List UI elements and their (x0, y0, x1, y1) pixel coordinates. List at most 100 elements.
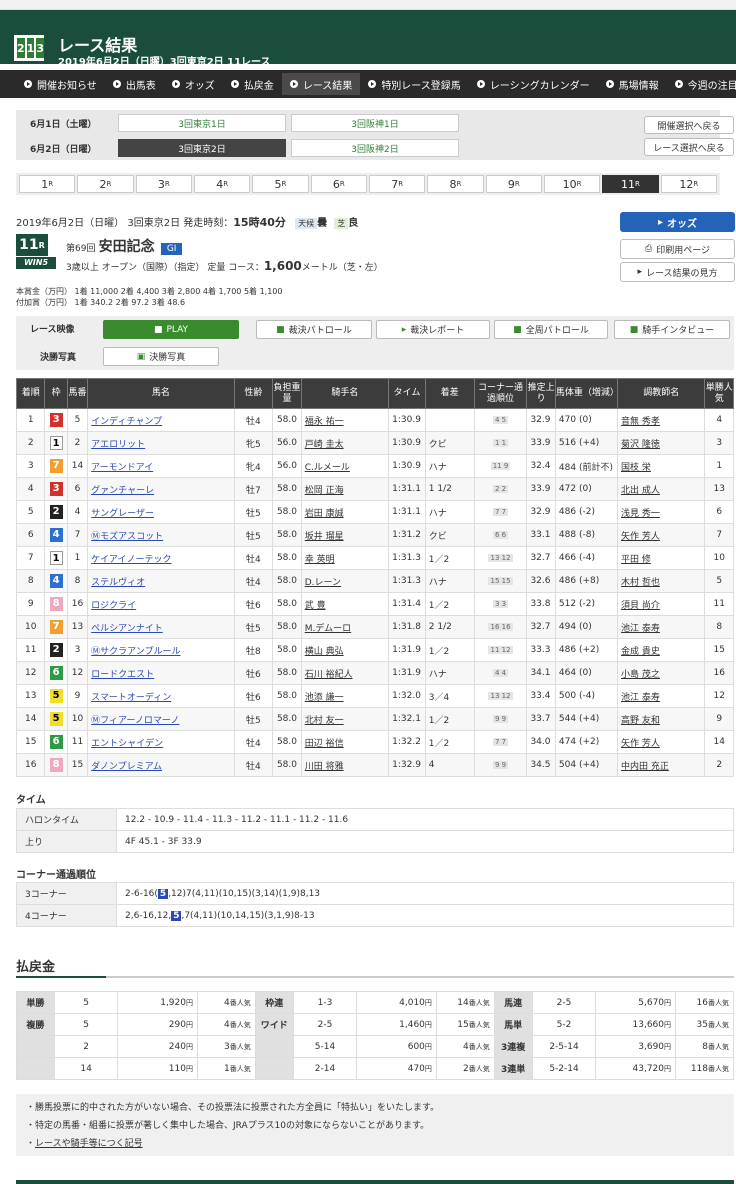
horse-name[interactable]: ペルシアンナイト (91, 624, 163, 634)
trainer-name[interactable]: 池江 泰寿 (621, 624, 660, 634)
jockey-name[interactable]: 戸崎 圭太 (305, 440, 344, 450)
horse-name[interactable]: ケイアイノーテック (91, 555, 171, 565)
horse-name[interactable]: インディチャンプ (91, 417, 162, 427)
cell: 11 (66, 730, 89, 754)
cell: 58.0 (272, 661, 302, 685)
jockey-name[interactable]: 石川 裕紀人 (305, 670, 353, 680)
symbols-link[interactable]: レースや騎手等につく記号 (35, 1139, 143, 1149)
finish-photo-button[interactable]: ▣ 決勝写真 (103, 347, 219, 366)
horse-name[interactable]: サングレーザー (91, 509, 154, 519)
trainer-name[interactable]: 北出 成人 (621, 486, 660, 496)
cell: 58.0 (272, 546, 302, 570)
play-button[interactable]: ■ PLAY (103, 320, 239, 339)
horse-name[interactable]: Ⓜサクラアンプルール (91, 647, 180, 657)
venue-button-selected[interactable]: 3回東京2日 (118, 139, 286, 157)
horse-name[interactable]: ダノンプレミアム (91, 762, 162, 772)
jockey-name[interactable]: 岩田 康誠 (305, 509, 344, 519)
trainer-name[interactable]: 矢作 芳人 (621, 532, 660, 542)
horse-name[interactable]: ステルヴィオ (91, 578, 145, 588)
trainer-name[interactable]: 矢作 芳人 (621, 739, 660, 749)
jockey-name[interactable]: 横山 典弘 (305, 647, 344, 657)
horse-name[interactable]: エントシャイデン (91, 739, 163, 749)
nav-featured[interactable]: 今週の注目レース (667, 73, 736, 95)
jockey-name[interactable]: 幸 英明 (305, 555, 335, 565)
nav-odds[interactable]: オッズ (164, 73, 223, 95)
horse-name[interactable]: アエロリット (91, 440, 145, 450)
jockey-name[interactable]: 池添 謙一 (305, 693, 344, 703)
horse-name[interactable]: グァンチャーレ (91, 486, 154, 496)
race-tab-1[interactable]: 1R (19, 175, 76, 193)
race-tab-9[interactable]: 9R (485, 175, 542, 193)
race-tab-12[interactable]: 12 R (660, 175, 717, 193)
trainer-name[interactable]: 平田 修 (621, 555, 651, 565)
trainer-link: 須貝 尚介 (617, 592, 706, 616)
race-tab-2[interactable]: 2R (77, 175, 134, 193)
arrow-icon (230, 80, 239, 88)
trainer-name[interactable]: 木村 哲也 (621, 578, 660, 588)
arrow-icon: ▸ (637, 267, 642, 277)
print-button[interactable]: ⎙ 印刷用ページ (620, 239, 735, 259)
nav-news[interactable]: 開催お知らせ (16, 73, 105, 95)
cell: 8 (15, 569, 46, 593)
back-to-meeting-button[interactable]: 開催選択へ戻る (644, 116, 734, 134)
nav-results[interactable]: レース結果 (281, 73, 361, 95)
race-tab-10[interactable]: 10 R (543, 175, 601, 193)
trainer-name[interactable]: 菊沢 隆徳 (621, 440, 660, 450)
race-tab-8[interactable]: 8R (427, 175, 484, 193)
nav-entries[interactable]: 出馬表 (105, 73, 164, 95)
jockey-name[interactable]: 松岡 正海 (305, 486, 344, 496)
horse-name[interactable]: ロードクエスト (91, 670, 154, 680)
race-tab-5[interactable]: 5R (252, 175, 309, 193)
nav-track[interactable]: 馬場情報 (598, 73, 667, 95)
column-header: 性齢 (233, 378, 274, 409)
trainer-name[interactable]: 小島 茂之 (621, 670, 660, 680)
trainer-name[interactable]: 須貝 尚介 (621, 601, 660, 611)
race-tab-7[interactable]: 7R (368, 175, 426, 193)
frame-cell: 3 (44, 408, 68, 432)
results-guide-button[interactable]: ▸ レース結果の見方 (620, 262, 735, 282)
trainer-name[interactable]: 浅見 秀一 (621, 509, 660, 519)
back-to-race-button[interactable]: レース選択へ戻る (644, 138, 734, 156)
trainer-name[interactable]: 池江 泰寿 (621, 693, 660, 703)
horse-name[interactable]: スマートオーディン (91, 693, 171, 703)
jockey-name[interactable]: 坂井 瑠星 (305, 532, 344, 542)
jockey-name[interactable]: 北村 友一 (305, 716, 344, 726)
race-tab-3[interactable]: 3R (135, 175, 192, 193)
horse-name-link: Ⓜモズアスコット (87, 523, 235, 547)
horse-name[interactable]: Ⓜモズアスコット (91, 532, 163, 542)
full-patrol-button[interactable]: ■ 全周パトロール (494, 320, 608, 339)
race-tab-6[interactable]: 6R (310, 175, 367, 193)
nav-calendar[interactable]: レーシングカレンダー (469, 73, 598, 95)
jockey-name[interactable]: C.ルメール (305, 463, 350, 473)
trainer-name[interactable]: 音無 秀孝 (621, 417, 660, 427)
horse-name[interactable]: Ⓜフィアーノロマーノ (91, 716, 179, 726)
jockey-name[interactable]: D.レーン (305, 578, 341, 588)
report-button[interactable]: ▸ 裁決レポート (376, 320, 490, 339)
arrow-icon: ▸ (401, 324, 407, 335)
horse-name[interactable]: ロジクライ (91, 601, 136, 611)
race-tab-4[interactable]: 4R (193, 175, 251, 193)
horse-name[interactable]: アーモンドアイ (91, 463, 153, 473)
jockey-name[interactable]: 川田 将雅 (305, 762, 344, 772)
venue-button[interactable]: 3回阪神2日 (291, 139, 459, 157)
race-tab-11[interactable]: 11 R (602, 175, 659, 193)
jockey-name[interactable]: 田辺 裕信 (305, 739, 344, 749)
jockey-name[interactable]: M.デムーロ (305, 624, 351, 634)
frame-badge: 2 (49, 505, 63, 519)
venue-button[interactable]: 3回阪神1日 (291, 114, 459, 132)
note-item[interactable]: ・レースや騎手等につく記号 (26, 1135, 724, 1153)
table-row: 5 2 4 サングレーザー 牡5 58.0 岩田 康誠 1:31.1 ハナ 7 7 32.9 486 … (15, 500, 734, 524)
nav-special[interactable]: 特別レース登録馬 (360, 73, 469, 95)
venue-button[interactable]: 3回東京1日 (118, 114, 286, 132)
payout-amount: 43,720円 (595, 1057, 677, 1080)
patrol-button[interactable]: ■ 裁決パトロール (256, 320, 372, 339)
trainer-name[interactable]: 高野 友和 (621, 716, 660, 726)
jockey-name[interactable]: 武 豊 (305, 601, 326, 611)
trainer-name[interactable]: 国枝 栄 (621, 463, 651, 473)
jockey-name[interactable]: 福永 祐一 (305, 417, 344, 427)
odds-button[interactable]: ▸ オッズ (620, 212, 735, 232)
nav-payout[interactable]: 払戻金 (223, 73, 282, 95)
interview-button[interactable]: ■ 騎手インタビュー (614, 320, 730, 339)
trainer-name[interactable]: 金成 貴史 (621, 647, 660, 657)
trainer-name[interactable]: 中内田 充正 (621, 762, 669, 772)
